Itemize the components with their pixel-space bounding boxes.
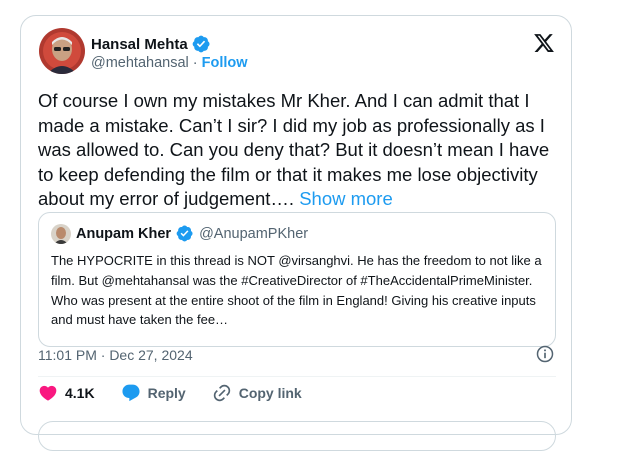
divider [38, 376, 556, 377]
copy-link-button[interactable]: Copy link [212, 383, 302, 403]
reply-button[interactable]: Reply [121, 383, 186, 403]
show-more-link[interactable]: Show more [299, 188, 393, 209]
tweet-card[interactable]: Hansal Mehta @mehtahansal · Follow Of co… [20, 15, 572, 451]
like-button[interactable]: 4.1K [38, 383, 95, 403]
meta-separator: · [188, 55, 202, 71]
heart-icon [39, 385, 57, 401]
author-name-row[interactable]: Hansal Mehta [91, 35, 210, 53]
quote-text: The HYPOCRITE in this thread is NOT @vir… [51, 253, 542, 328]
quote-author-handle: @AnupamPKher [199, 226, 309, 242]
author-meta: @mehtahansal · Follow [91, 55, 248, 71]
info-icon[interactable] [535, 344, 555, 364]
verified-badge-icon [192, 35, 210, 53]
verified-badge-icon [176, 225, 194, 243]
quote-author-avatar [51, 224, 71, 244]
copy-link-icon [213, 384, 230, 402]
x-logo-icon[interactable] [533, 32, 555, 54]
copy-link-label: Copy link [238, 385, 302, 401]
action-bar: 4.1K Reply Copy link [38, 383, 302, 403]
reply-icon [122, 384, 140, 402]
quoted-tweet[interactable]: Anupam Kher @AnupamPKher The HYPOCRITE i… [38, 212, 556, 347]
reply-label: Reply [147, 385, 186, 401]
quote-header: Anupam Kher @AnupamPKher [51, 224, 308, 244]
follow-button[interactable]: Follow [202, 55, 248, 71]
author-avatar[interactable] [39, 28, 85, 74]
like-count: 4.1K [65, 385, 95, 401]
tweet-text: Of course I own my mistakes Mr Kher. And… [38, 89, 558, 212]
read-replies-button[interactable] [38, 421, 556, 451]
author-handle[interactable]: @mehtahansal [91, 55, 189, 71]
quote-author-name: Anupam Kher [76, 226, 172, 242]
tweet-body: Of course I own my mistakes Mr Kher. And… [38, 90, 550, 209]
tweet-timestamp[interactable]: 11:01 PM · Dec 27, 2024 [38, 347, 193, 363]
author-name[interactable]: Hansal Mehta [91, 36, 188, 53]
